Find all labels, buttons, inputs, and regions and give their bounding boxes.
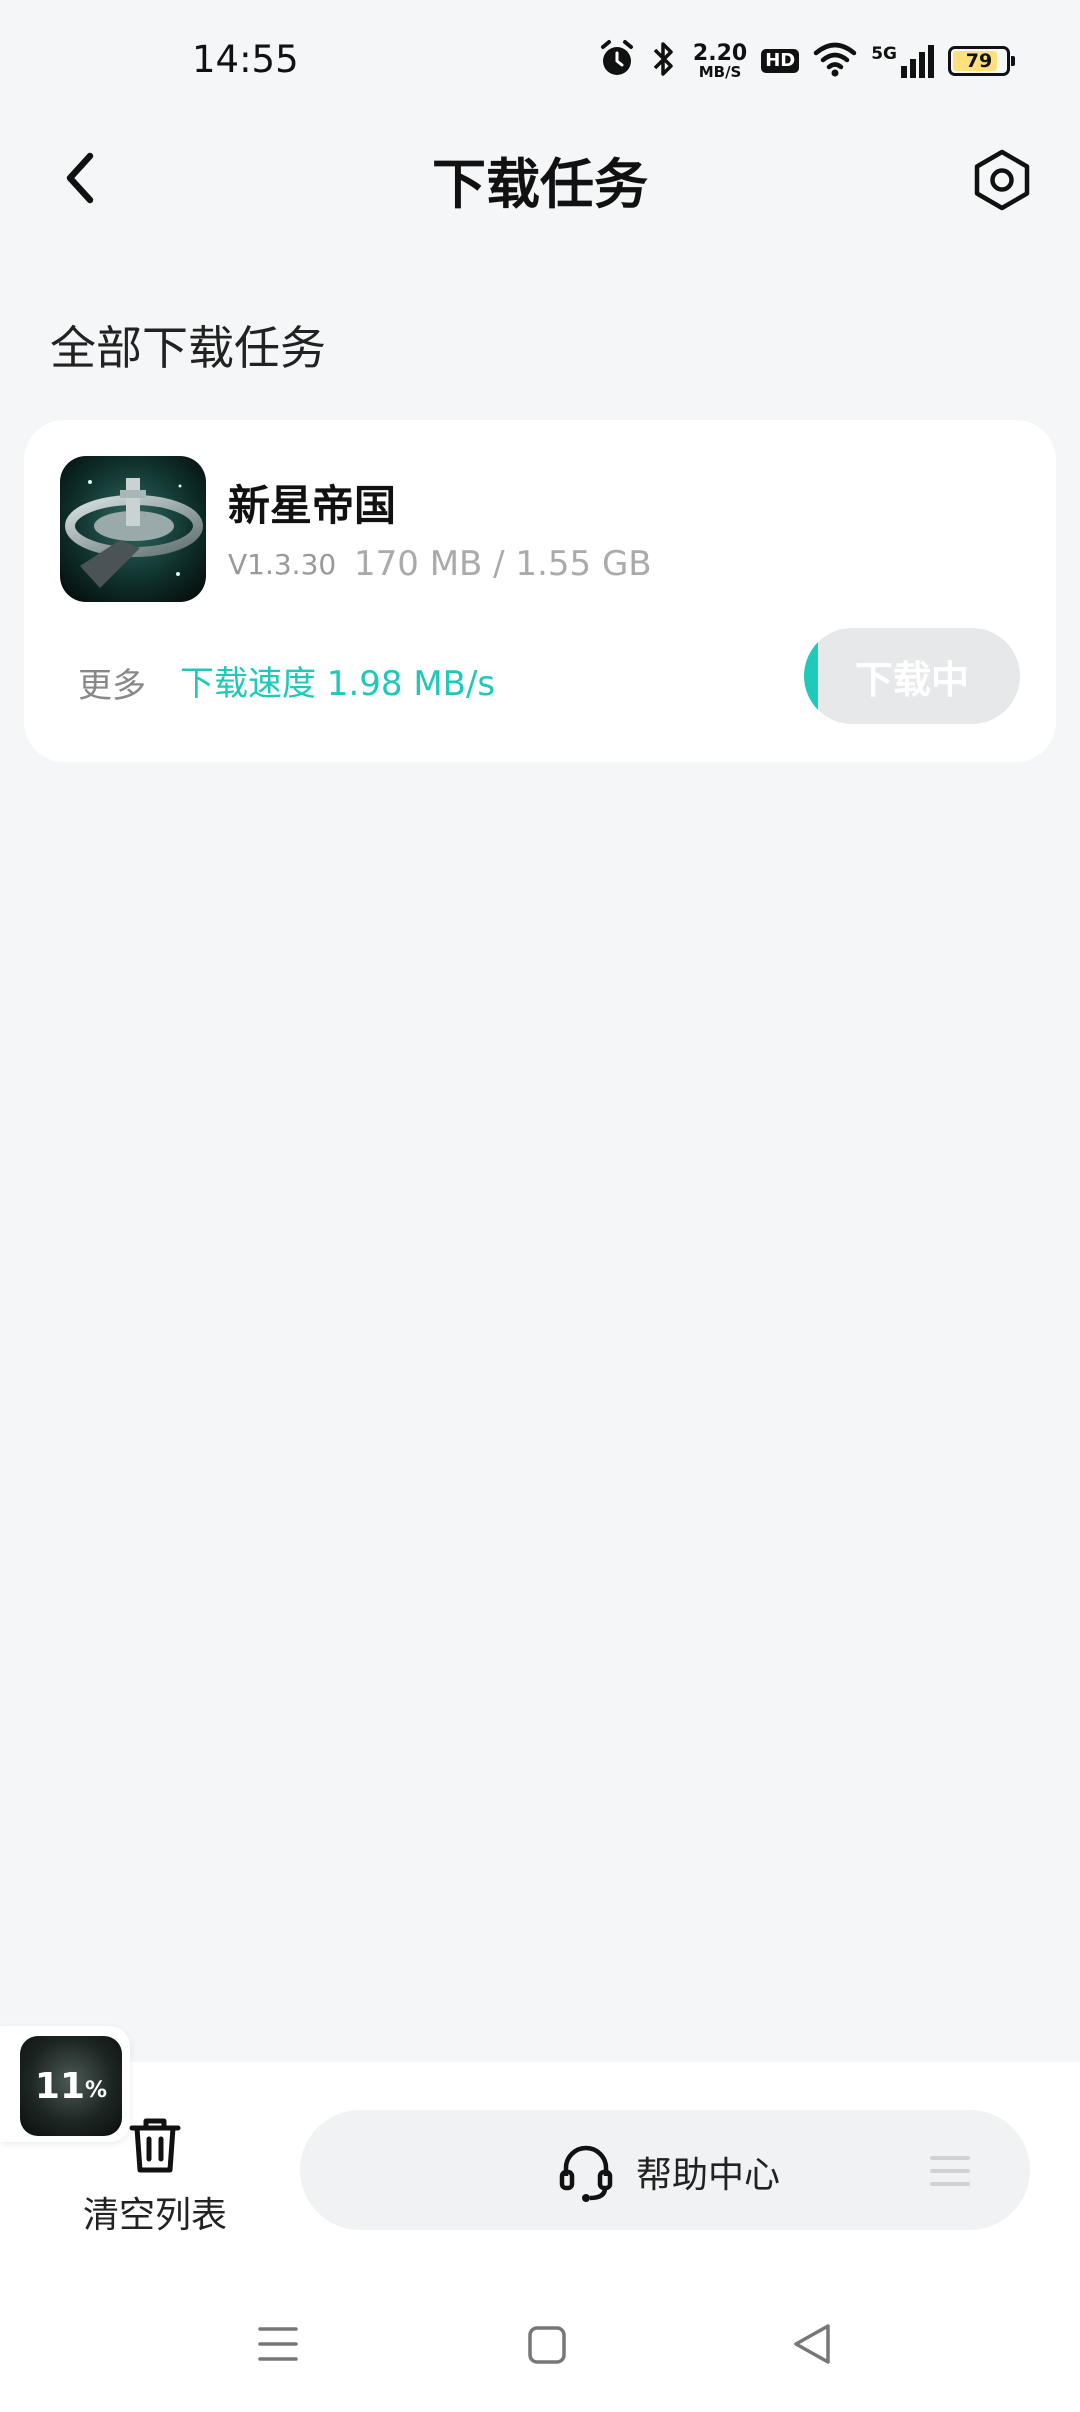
clear-list-button[interactable]: 清空列表 [60,2114,250,2236]
page-title: 下载任务 [432,153,648,216]
status-time: 14:55 [192,38,299,81]
help-center-button[interactable]: 帮助中心 [300,2110,1030,2230]
settings-button[interactable] [966,144,1038,216]
battery-icon: 79 [948,46,1015,76]
signal-icon: 5G [871,44,934,78]
downloading-label: 下载中 [854,657,969,702]
help-center-label: 帮助中心 [636,2155,781,2196]
headset-icon [559,2145,613,2202]
download-speed: 下载速度 1.98 MB/s [180,664,496,704]
system-back-icon[interactable] [792,2322,832,2366]
alarm-icon [599,39,635,83]
system-home-icon[interactable] [528,2326,566,2364]
system-menu-icon[interactable] [258,2326,298,2362]
clear-list-label: 清空列表 [82,2195,227,2236]
more-button[interactable]: 更多 [78,658,146,707]
wifi-icon [813,41,857,81]
download-task-card: 新星帝国 V1.3.30 170 MB / 1.55 GB 更多 下载速度 1.… [24,420,1056,762]
trash-icon [129,2118,181,2173]
hexagon-gear-icon [974,149,1030,211]
game-icon[interactable] [60,456,206,602]
game-version: V1.3.30 [228,548,337,581]
download-size: 170 MB / 1.55 GB [354,544,652,584]
section-title: 全部下载任务 [50,321,326,375]
hd-badge: HD [761,49,800,73]
bluetooth-icon [649,39,679,83]
downloading-button[interactable]: 下载中 [804,628,1020,724]
menu-icon[interactable] [930,2154,970,2188]
game-name: 新星帝国 [228,481,397,530]
net-speed: 2.20 MB/S [692,40,748,81]
status-bar: 14:55 2.20 MB/S HD 5G 79 [0,0,1080,120]
status-icons: 2.20 MB/S HD 5G 79 [599,38,1015,84]
floating-percent: 11 [34,2065,86,2107]
